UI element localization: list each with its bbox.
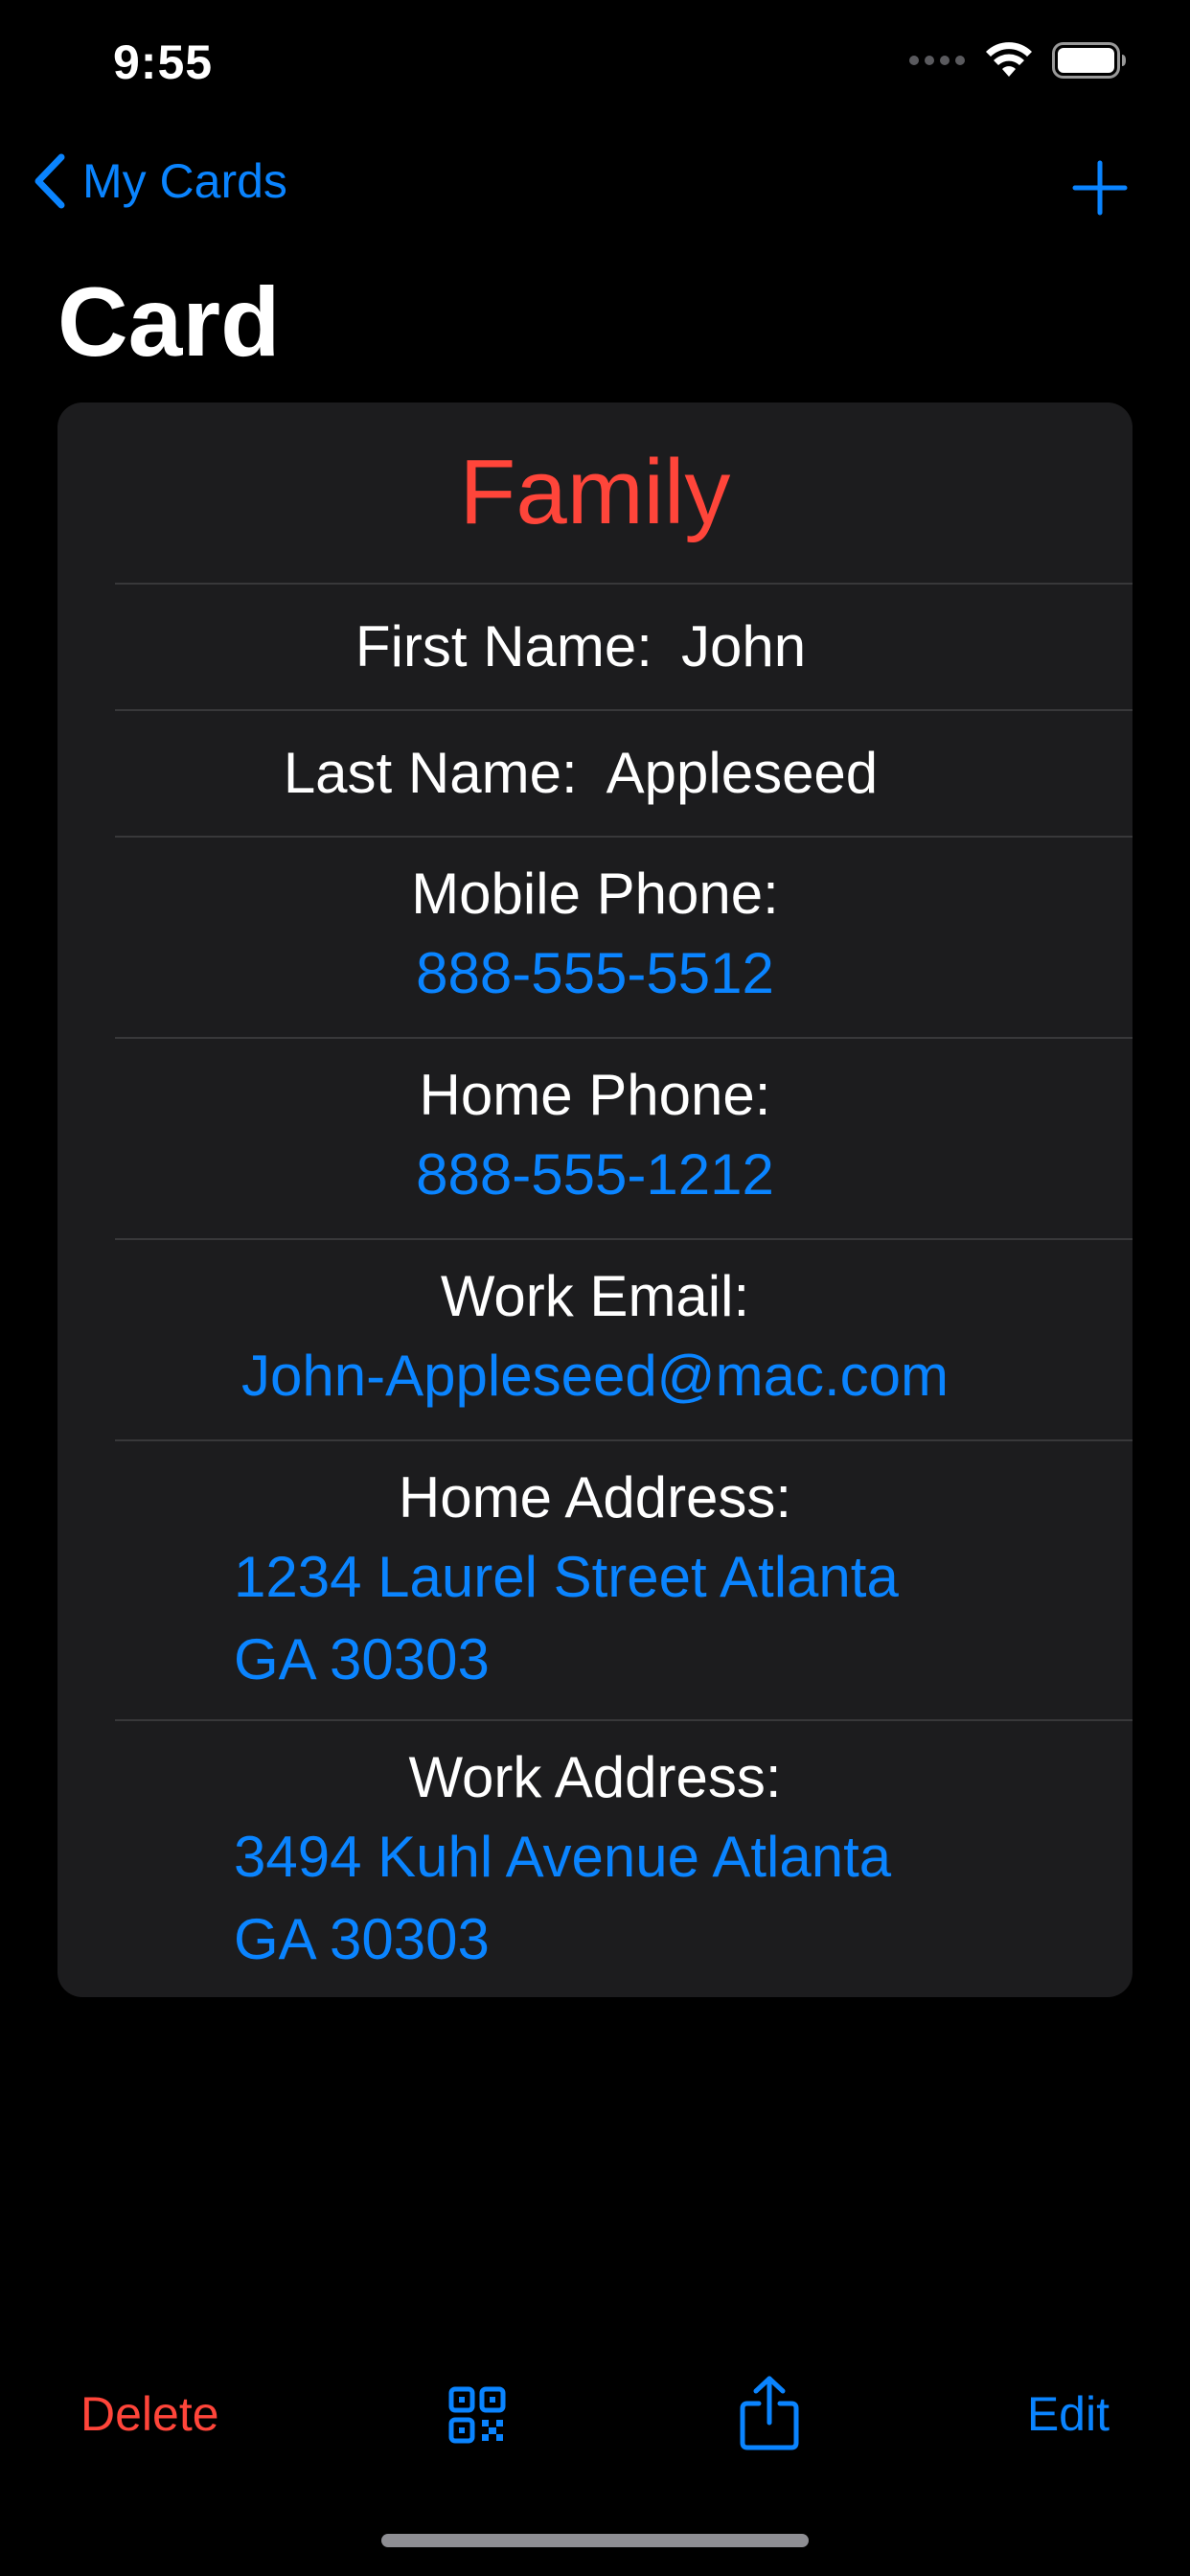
share-icon <box>740 2376 799 2450</box>
plus-icon <box>1072 160 1128 216</box>
home-address-row: Home Address: 1234 Laurel Street Atlanta… <box>57 1439 1133 1719</box>
work-address-link[interactable]: 3494 Kuhl Avenue Atlanta GA 30303 <box>57 1817 1133 1980</box>
row-divider <box>115 1037 1133 1039</box>
battery-icon <box>1052 42 1126 79</box>
home-phone-link[interactable]: 888-555-1212 <box>57 1135 1133 1215</box>
work-email-link[interactable]: John-Appleseed@mac.com <box>57 1336 1133 1416</box>
home-phone-row: Home Phone: 888-555-1212 <box>57 1037 1133 1238</box>
status-bar: 9:55 <box>0 0 1190 134</box>
row-divider <box>115 583 1133 585</box>
back-button-label: My Cards <box>82 154 287 208</box>
last-name-label: Last Name: <box>283 740 578 805</box>
add-button[interactable] <box>1071 159 1129 217</box>
edit-button[interactable]: Edit <box>1027 2386 1110 2442</box>
home-phone-label: Home Phone: <box>419 1063 771 1127</box>
home-address-label: Home Address: <box>398 1465 792 1530</box>
work-email-label: Work Email: <box>440 1264 750 1328</box>
back-button[interactable]: My Cards <box>33 153 287 209</box>
qr-code-icon <box>448 2386 506 2444</box>
share-button[interactable] <box>738 2375 801 2451</box>
chevron-left-icon <box>34 153 65 209</box>
first-name-value: John <box>680 613 807 678</box>
home-indicator[interactable] <box>381 2534 809 2547</box>
cellular-signal-icon <box>909 56 965 65</box>
status-time: 9:55 <box>113 35 214 89</box>
page-title: Card <box>57 267 281 377</box>
work-address-row: Work Address: 3494 Kuhl Avenue Atlanta G… <box>57 1719 1133 1997</box>
qr-code-button[interactable] <box>448 2386 506 2444</box>
card-category: Family <box>459 441 731 543</box>
mobile-phone-row: Mobile Phone: 888-555-5512 <box>57 836 1133 1037</box>
row-divider <box>115 1238 1133 1240</box>
first-name-row: First Name: John <box>57 583 1133 709</box>
wifi-icon <box>986 42 1032 77</box>
row-divider <box>115 836 1133 838</box>
first-name-label: First Name: <box>355 613 652 678</box>
last-name-row: Last Name: Appleseed <box>57 709 1133 836</box>
work-email-row: Work Email: John-Appleseed@mac.com <box>57 1238 1133 1439</box>
row-divider <box>115 1719 1133 1721</box>
mobile-phone-link[interactable]: 888-555-5512 <box>57 933 1133 1014</box>
delete-button[interactable]: Delete <box>80 2386 219 2442</box>
home-address-line1: 1234 Laurel Street Atlanta <box>234 1545 899 1609</box>
home-address-link[interactable]: 1234 Laurel Street Atlanta GA 30303 <box>57 1537 1133 1700</box>
status-icons <box>908 42 1127 79</box>
work-address-line1: 3494 Kuhl Avenue Atlanta <box>234 1825 892 1889</box>
bottom-toolbar: Delete Edit <box>0 2338 1190 2492</box>
mobile-phone-label: Mobile Phone: <box>411 862 779 926</box>
work-address-label: Work Address: <box>408 1745 782 1809</box>
home-address-line2: GA 30303 <box>234 1627 490 1691</box>
row-divider <box>115 709 1133 711</box>
contact-card: Family First Name: John Last Name: Apple… <box>57 402 1133 1997</box>
work-address-line2: GA 30303 <box>234 1907 490 1971</box>
last-name-value: Appleseed <box>606 740 879 805</box>
row-divider <box>115 1439 1133 1441</box>
